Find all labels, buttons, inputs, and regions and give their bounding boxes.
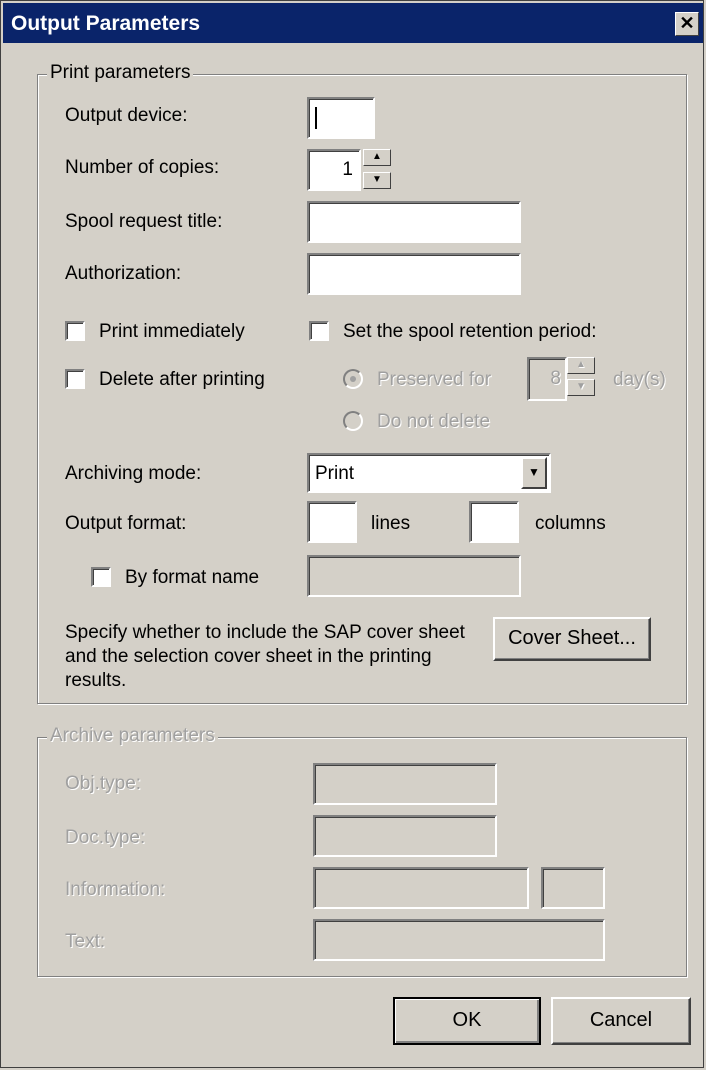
spool-title-input[interactable]	[307, 201, 521, 243]
information-label: Information:	[65, 879, 166, 900]
lines-label: lines	[371, 513, 411, 534]
print-immediately-checkbox[interactable]	[65, 321, 85, 341]
text-label: Text:	[65, 931, 106, 952]
preserved-for-radio[interactable]	[343, 369, 363, 389]
do-not-delete-label: Do not delete	[377, 411, 491, 432]
output-device-label: Output device:	[65, 105, 188, 126]
information-extra-input[interactable]	[541, 867, 605, 909]
spin-down-icon[interactable]: ▼	[567, 379, 595, 396]
dialog-title: Output Parameters	[11, 12, 201, 35]
output-format-label: Output format:	[65, 513, 187, 534]
spin-up-icon[interactable]: ▲	[363, 149, 391, 166]
archiving-mode-select[interactable]: Print ▼	[307, 453, 551, 493]
lines-input[interactable]	[307, 501, 357, 543]
cancel-button[interactable]: Cancel	[551, 997, 691, 1045]
number-of-copies-label: Number of copies:	[65, 157, 220, 178]
number-of-copies-input[interactable]: 1	[307, 149, 361, 191]
archiving-mode-label: Archiving mode:	[65, 463, 202, 484]
close-icon[interactable]: ✕	[675, 12, 699, 36]
obj-type-input[interactable]	[313, 763, 497, 805]
text-input[interactable]	[313, 919, 605, 961]
days-unit-label: day(s)	[613, 369, 666, 390]
text-cursor	[315, 107, 317, 129]
archiving-mode-value: Print	[315, 463, 355, 484]
output-parameters-dialog: Output Parameters ✕ Print parameters Out…	[0, 0, 704, 1068]
set-retention-checkbox[interactable]	[309, 321, 329, 341]
ok-button[interactable]: OK	[393, 997, 541, 1045]
columns-input[interactable]	[469, 501, 519, 543]
preserved-for-label: Preserved for	[377, 369, 492, 390]
by-format-name-label: By format name	[125, 567, 260, 588]
days-input[interactable]: 8	[527, 357, 567, 401]
spin-up-icon[interactable]: ▲	[567, 357, 595, 374]
set-retention-label: Set the spool retention period:	[343, 321, 597, 342]
columns-label: columns	[535, 513, 606, 534]
format-name-input[interactable]	[307, 555, 521, 597]
days-value: 8	[550, 368, 561, 389]
print-immediately-label: Print immediately	[99, 321, 245, 342]
information-input[interactable]	[313, 867, 529, 909]
cover-sheet-description: Specify whether to include the SAP cover…	[65, 622, 465, 691]
cover-sheet-button[interactable]: Cover Sheet...	[493, 617, 651, 661]
output-device-input[interactable]	[307, 97, 375, 139]
spin-down-icon[interactable]: ▼	[363, 172, 391, 189]
doc-type-input[interactable]	[313, 815, 497, 857]
title-bar[interactable]: Output Parameters ✕	[3, 3, 703, 43]
obj-type-label: Obj.type:	[65, 773, 142, 794]
by-format-name-checkbox[interactable]	[91, 567, 111, 587]
days-spinner[interactable]: ▲ ▼	[567, 357, 595, 401]
delete-after-printing-checkbox[interactable]	[65, 369, 85, 389]
copies-value: 1	[342, 159, 353, 180]
copies-spinner[interactable]: ▲ ▼	[363, 149, 391, 191]
chevron-down-icon[interactable]: ▼	[521, 457, 547, 489]
doc-type-label: Doc.type:	[65, 827, 146, 848]
delete-after-printing-label: Delete after printing	[99, 369, 265, 390]
print-parameters-legend: Print parameters	[47, 62, 194, 84]
archive-parameters-legend: Archive parameters	[47, 725, 218, 747]
spool-title-label: Spool request title:	[65, 211, 223, 232]
authorization-label: Authorization:	[65, 263, 182, 284]
authorization-input[interactable]	[307, 253, 521, 295]
radio-selected-dot	[350, 376, 356, 382]
do-not-delete-radio[interactable]	[343, 411, 363, 431]
